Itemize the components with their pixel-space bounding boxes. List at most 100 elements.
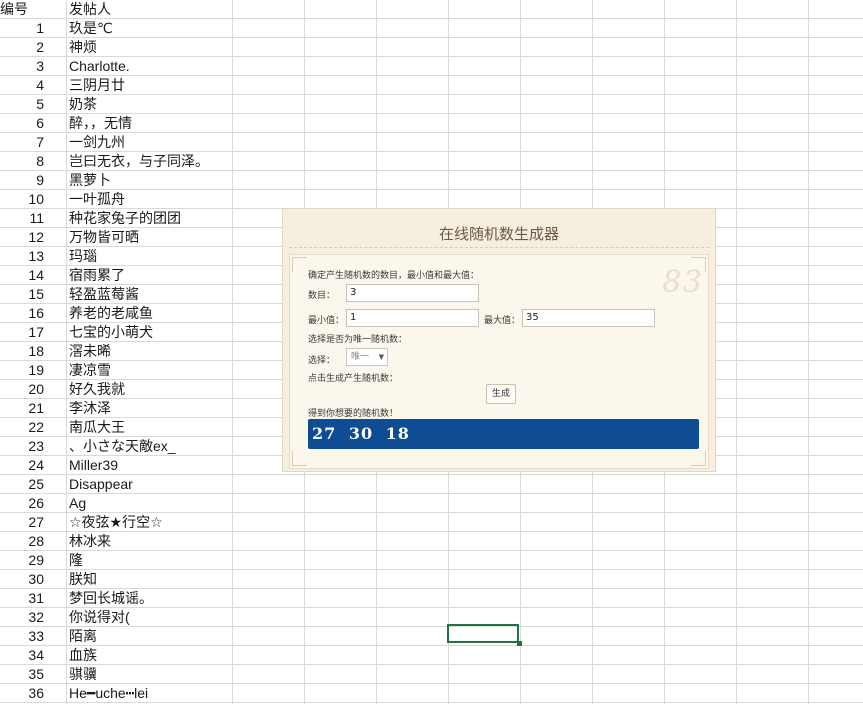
row-number-cell[interactable]: 36 [0,684,44,703]
poster-name-cell[interactable]: ☆夜弦★行空☆ [69,513,269,532]
poster-name-cell[interactable]: 、小さな天敵ex_ [69,437,269,456]
grid-column-line [66,0,67,704]
poster-name-cell[interactable]: 凄凉雪 [69,361,269,380]
row-number-cell[interactable]: 4 [0,76,44,95]
row-number-cell[interactable]: 3 [0,57,44,76]
min-label: 最小值： [308,316,345,326]
row-number-cell[interactable]: 13 [0,247,44,266]
row-number-cell[interactable]: 17 [0,323,44,342]
poster-name-cell[interactable]: 轻盈蓝莓酱 [69,285,269,304]
poster-name-cell[interactable]: 醉，，无情 [69,114,269,133]
row-number-cell[interactable]: 7 [0,133,44,152]
row-number-cell[interactable]: 8 [0,152,44,171]
row-number-cell[interactable]: 19 [0,361,44,380]
row-number-cell[interactable]: 35 [0,665,44,684]
title-divider [289,247,709,248]
row-number-cell[interactable]: 20 [0,380,44,399]
row-number-cell[interactable]: 25 [0,475,44,494]
fill-handle[interactable] [517,641,522,646]
random-number-generator-widget: 在线随机数生成器 8 3 确定产生随机数的数目，最小值和最大值： 数目： 3 最… [282,208,716,472]
corner-ornament [292,257,307,272]
count-input[interactable]: 3 [346,284,479,302]
row-number-cell[interactable]: 34 [0,646,44,665]
selected-cell[interactable] [447,624,519,643]
result-label: 得到你想要的随机数！ [308,409,399,419]
poster-name-cell[interactable]: 三阴月廿 [69,76,269,95]
unique-instruction-text: 选择是否为唯一随机数： [308,335,408,345]
poster-name-cell[interactable]: 林冰来 [69,532,269,551]
instruction-text: 确定产生随机数的数目，最小值和最大值： [308,271,480,281]
column-header-poster[interactable]: 发帖人 [69,0,111,19]
poster-name-cell[interactable]: 血族 [69,646,269,665]
grid-column-line [808,0,809,704]
row-number-cell[interactable]: 28 [0,532,44,551]
corner-ornament [691,451,706,466]
poster-name-cell[interactable]: 一剑九州 [69,133,269,152]
poster-name-cell[interactable]: 梦回长城谣。 [69,589,269,608]
select-label: 选择： [308,356,336,366]
min-value-input[interactable]: 1 [346,309,479,327]
poster-name-cell[interactable]: 李沐泽 [69,399,269,418]
poster-name-cell[interactable]: 南瓜大王 [69,418,269,437]
row-number-cell[interactable]: 16 [0,304,44,323]
row-number-cell[interactable]: 27 [0,513,44,532]
row-number-cell[interactable]: 26 [0,494,44,513]
unique-select-value: 唯一 [351,352,370,362]
poster-name-cell[interactable]: 你说得对( [69,608,269,627]
poster-name-cell[interactable]: 奶茶 [69,95,269,114]
row-number-cell[interactable]: 2 [0,38,44,57]
poster-name-cell[interactable]: 宿雨累了 [69,266,269,285]
decorative-numbers-graphic: 8 3 [662,265,702,300]
poster-name-cell[interactable]: 种花家兔子的团团 [69,209,269,228]
row-number-cell[interactable]: 33 [0,627,44,646]
row-number-cell[interactable]: 31 [0,589,44,608]
poster-name-cell[interactable]: Miller39 [69,456,269,475]
poster-name-cell[interactable]: 玛瑙 [69,247,269,266]
row-number-cell[interactable]: 14 [0,266,44,285]
poster-name-cell[interactable]: He━uche┅lei [69,684,269,703]
poster-name-cell[interactable]: Disappear [69,475,269,494]
poster-name-cell[interactable]: 隆 [69,551,269,570]
poster-name-cell[interactable]: 养老的老咸鱼 [69,304,269,323]
row-number-cell[interactable]: 1 [0,19,44,38]
poster-name-cell[interactable]: 好久我就 [69,380,269,399]
row-number-cell[interactable]: 10 [0,190,44,209]
poster-name-cell[interactable]: 万物皆可晒 [69,228,269,247]
widget-title: 在线随机数生成器 [438,225,559,243]
row-number-cell[interactable]: 5 [0,95,44,114]
poster-name-cell[interactable]: Ag [69,494,269,513]
row-number-cell[interactable]: 30 [0,570,44,589]
row-number-cell[interactable]: 23 [0,437,44,456]
generate-button[interactable]: 生成 [486,384,516,404]
max-value-input[interactable]: 35 [522,309,655,327]
row-number-cell[interactable]: 11 [0,209,44,228]
row-number-cell[interactable]: 22 [0,418,44,437]
chevron-down-icon: ▼ [378,353,384,361]
row-number-cell[interactable]: 6 [0,114,44,133]
unique-select[interactable]: 唯一 ▼ [346,348,388,366]
column-header-number[interactable]: 编号 [0,0,28,19]
corner-ornament [292,451,307,466]
poster-name-cell[interactable]: 玖是℃ [69,19,269,38]
row-number-cell[interactable]: 24 [0,456,44,475]
row-number-cell[interactable]: 15 [0,285,44,304]
row-number-cell[interactable]: 12 [0,228,44,247]
poster-name-cell[interactable]: Charlotte. [69,57,269,76]
count-label: 数目： [308,291,336,301]
poster-name-cell[interactable]: 岂曰无衣，与子同泽。 [69,152,269,171]
poster-name-cell[interactable]: 一叶孤舟 [69,190,269,209]
poster-name-cell[interactable]: 朕知 [69,570,269,589]
row-number-cell[interactable]: 18 [0,342,44,361]
poster-name-cell[interactable]: 骐骥 [69,665,269,684]
row-number-cell[interactable]: 32 [0,608,44,627]
row-number-cell[interactable]: 9 [0,171,44,190]
generator-panel: 8 3 确定产生随机数的数目，最小值和最大值： 数目： 3 最小值： 1 最大值… [289,254,709,469]
poster-name-cell[interactable]: 神烦 [69,38,269,57]
row-number-cell[interactable]: 21 [0,399,44,418]
poster-name-cell[interactable]: 七宝的小萌犬 [69,323,269,342]
grid-column-line [736,0,737,704]
row-number-cell[interactable]: 29 [0,551,44,570]
poster-name-cell[interactable]: 滘未晞 [69,342,269,361]
poster-name-cell[interactable]: 黑萝卜 [69,171,269,190]
poster-name-cell[interactable]: 陌离 [69,627,269,646]
